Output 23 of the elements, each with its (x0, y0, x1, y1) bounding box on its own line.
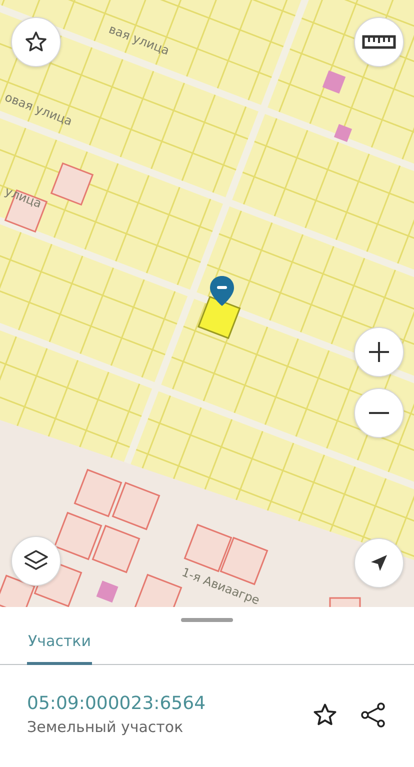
minus-icon (368, 411, 390, 415)
street-label: овая улица (2, 90, 74, 128)
land-plot (329, 597, 361, 607)
star-icon (24, 30, 48, 54)
ruler-icon (362, 34, 396, 50)
star-icon (312, 702, 338, 728)
building (322, 70, 346, 94)
share-icon (360, 702, 386, 728)
street-label: улица (2, 184, 44, 211)
plus-icon (368, 341, 390, 363)
navigation-arrow-icon (370, 554, 388, 572)
favorite-button[interactable] (11, 17, 61, 67)
tab[interactable]: Участки (27, 624, 92, 665)
building (334, 124, 352, 142)
selected-parcel[interactable] (198, 296, 241, 340)
parcel-type: Земельный участок (27, 718, 184, 736)
street-label: вая улица (106, 22, 172, 58)
zoom-in-button[interactable] (354, 327, 404, 377)
measure-button[interactable] (354, 17, 404, 67)
cadastral-number[interactable]: 05:09:000023:6564 (27, 693, 294, 714)
layers-icon (23, 549, 49, 573)
location-pin-icon (210, 276, 234, 306)
drag-handle[interactable] (181, 618, 233, 622)
